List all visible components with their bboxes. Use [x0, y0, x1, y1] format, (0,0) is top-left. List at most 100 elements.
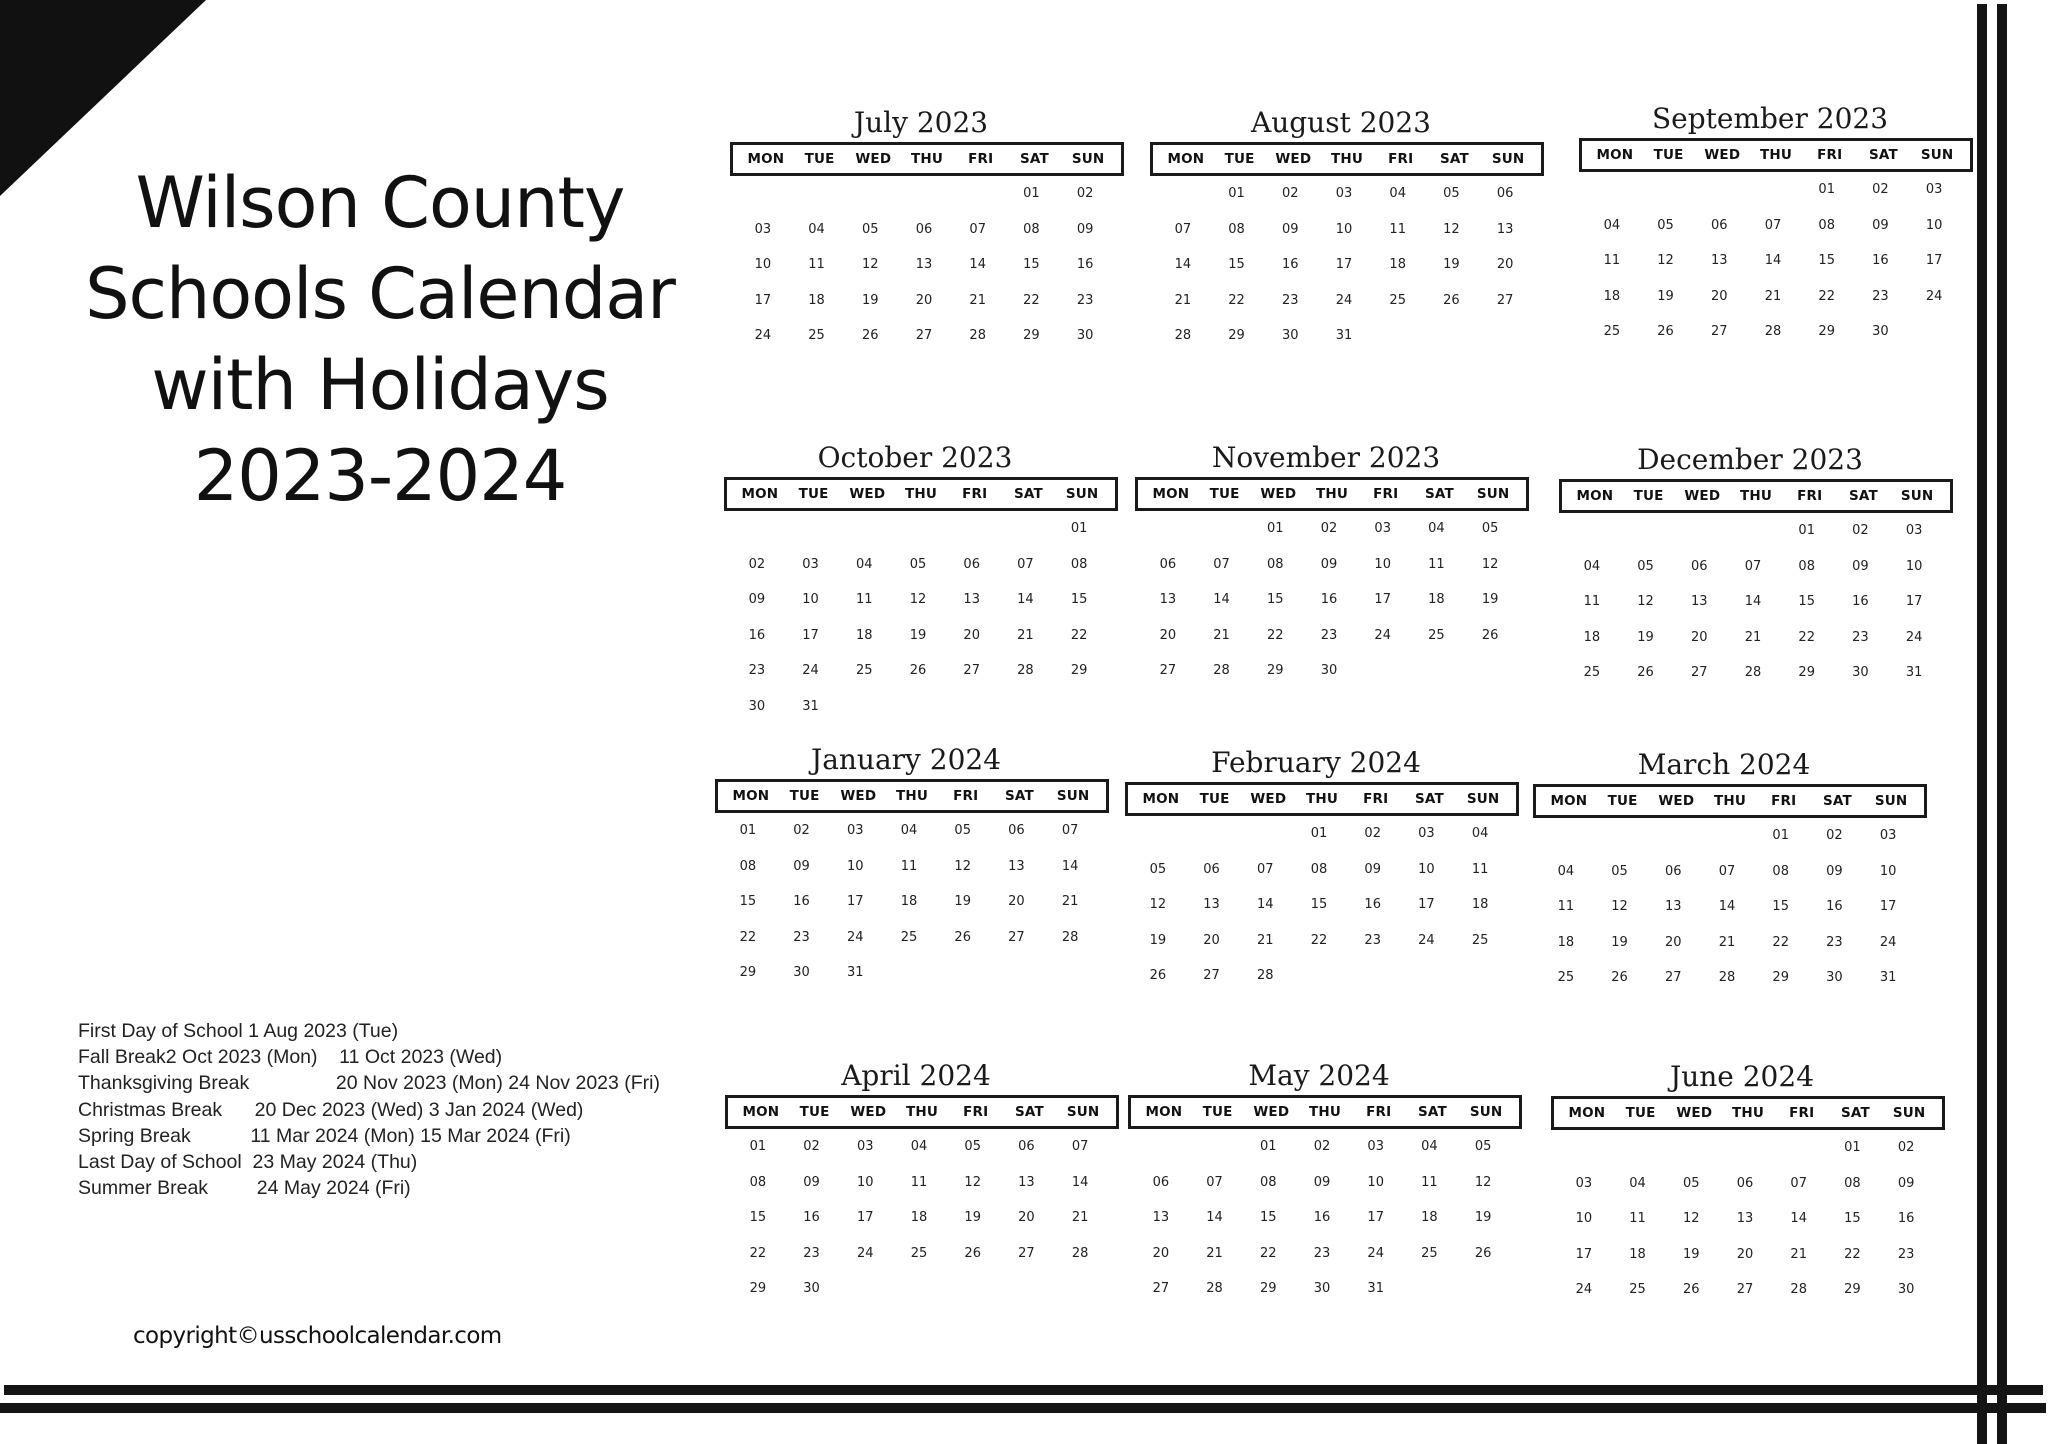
day-cell: 18	[1583, 629, 1601, 645]
day-cell: 17	[1374, 592, 1391, 608]
weekday-label: MON	[1568, 1105, 1606, 1121]
day-cell: 21	[1213, 627, 1230, 643]
day-cell: 26	[1683, 1282, 1700, 1298]
day-cell: 04	[1421, 1139, 1438, 1154]
day-cell: 20	[1711, 288, 1728, 304]
day-cell: 25	[808, 328, 825, 344]
day-cell: 06	[915, 221, 933, 237]
empty-day-cell	[837, 521, 891, 557]
weekday-label: WED	[1260, 486, 1297, 502]
day-cell: 05	[964, 1139, 981, 1154]
day-cell: 10	[754, 257, 772, 273]
day-cell: 27	[1496, 292, 1514, 308]
day-cell: 22	[1228, 292, 1245, 308]
day-cell: 15	[1267, 592, 1284, 608]
day-cell: 13	[1203, 897, 1220, 913]
empty-day-cell	[784, 521, 838, 557]
empty-day-cell	[951, 186, 1005, 222]
weekday-label: TUE	[1625, 1105, 1656, 1121]
weekday-label: THU	[1731, 1105, 1765, 1121]
title-line-4: 2023-2024	[193, 435, 568, 517]
month-title: March 2024	[1637, 748, 1811, 781]
day-cell: 29	[749, 1281, 767, 1297]
day-cell: 19	[1474, 1210, 1492, 1226]
day-cell: 17	[1925, 253, 1943, 269]
day-cell: 09	[793, 858, 810, 874]
weekday-label: SAT	[1439, 151, 1469, 167]
day-cell: 16	[1852, 594, 1869, 610]
day-cell: 08	[1818, 217, 1835, 233]
day-cell: 24	[857, 1245, 874, 1261]
day-cell: 27	[1018, 1245, 1035, 1261]
day-cell: 18	[910, 1210, 928, 1226]
day-cell: 03	[1374, 521, 1391, 536]
day-cell: 01	[1844, 1140, 1861, 1155]
day-cell: 16	[1826, 899, 1843, 915]
weekday-label: FRI	[1771, 793, 1797, 809]
bottom-border-line	[4, 1385, 2043, 1395]
day-cell: 27	[1008, 929, 1025, 945]
day-cell: 09	[1320, 556, 1338, 572]
day-cell: 04	[1428, 521, 1445, 536]
weekday-label: SUN	[1900, 488, 1934, 504]
day-cell: 17	[802, 627, 819, 643]
weekday-header: MON TUE WED THU FRI SAT SUN	[1551, 1096, 1945, 1130]
day-cell: 01	[1228, 186, 1245, 201]
day-cell: 24	[1335, 292, 1353, 308]
weekday-label: FRI	[963, 1104, 989, 1120]
day-cell: 17	[857, 1210, 874, 1226]
day-cell: 23	[793, 929, 810, 945]
day-cell: 26	[954, 929, 971, 945]
day-cell: 11	[1421, 1174, 1438, 1190]
weekday-label: MON	[1576, 488, 1614, 504]
day-cell: 29	[1798, 665, 1815, 681]
day-cell: 09	[1282, 221, 1299, 237]
month-title: October 2023	[817, 441, 1013, 474]
weekday-label: TUE	[789, 788, 820, 804]
day-cell: 28	[1071, 1245, 1089, 1261]
empty-day-cell	[1664, 1140, 1718, 1176]
weekday-label: THU	[1713, 793, 1747, 809]
day-cell: 10	[1374, 556, 1391, 572]
day-cell: 28	[1017, 663, 1034, 679]
day-cell: 11	[1428, 556, 1445, 572]
day-cell: 23	[1076, 292, 1094, 308]
empty-day-cell	[1539, 828, 1593, 864]
weekday-label: WED	[1250, 791, 1287, 807]
month-title: February 2024	[1211, 746, 1421, 779]
day-cell: 29	[1228, 328, 1245, 344]
day-cell: 24	[1879, 934, 1897, 950]
day-cell: 30	[748, 698, 766, 714]
day-cell: 01	[1260, 1139, 1277, 1154]
weekday-label: THU	[1759, 147, 1793, 163]
day-cell: 23	[1826, 934, 1843, 950]
month-title: December 2023	[1637, 443, 1863, 476]
day-cell: 28	[1061, 929, 1079, 945]
events-list: First Day of School 1 Aug 2023 (Tue) Fal…	[78, 1018, 660, 1201]
day-cell: 30	[1282, 328, 1299, 344]
day-cell: 03	[1418, 826, 1435, 841]
day-cell: 20	[1665, 934, 1682, 950]
bottom-border-line	[0, 1403, 2046, 1413]
empty-day-cell	[1718, 1140, 1772, 1176]
day-cell: 07	[1174, 221, 1192, 237]
weekday-label: TUE	[1199, 791, 1230, 807]
day-cell: 10	[1418, 861, 1435, 877]
day-cell: 07	[969, 221, 986, 237]
day-cell: 04	[1583, 558, 1601, 574]
day-cell: 20	[1008, 894, 1025, 910]
day-cell: 06	[1152, 1174, 1170, 1190]
day-cell: 11	[1583, 594, 1601, 610]
day-cell: 30	[803, 1281, 820, 1297]
weekday-label: THU	[904, 486, 938, 502]
weekday-header: MON TUE WED THU FRI SAT SUN	[1135, 477, 1529, 511]
day-cell: 18	[900, 894, 918, 910]
day-cell: 22	[739, 929, 757, 945]
day-cell: 16	[803, 1210, 820, 1226]
day-cell: 01	[1798, 523, 1815, 538]
day-cell: 29	[1023, 328, 1040, 344]
day-cell: 04	[900, 823, 918, 838]
day-cell: 26	[1611, 970, 1628, 986]
empty-day-cell	[897, 186, 951, 222]
day-cell: 20	[1018, 1210, 1035, 1226]
